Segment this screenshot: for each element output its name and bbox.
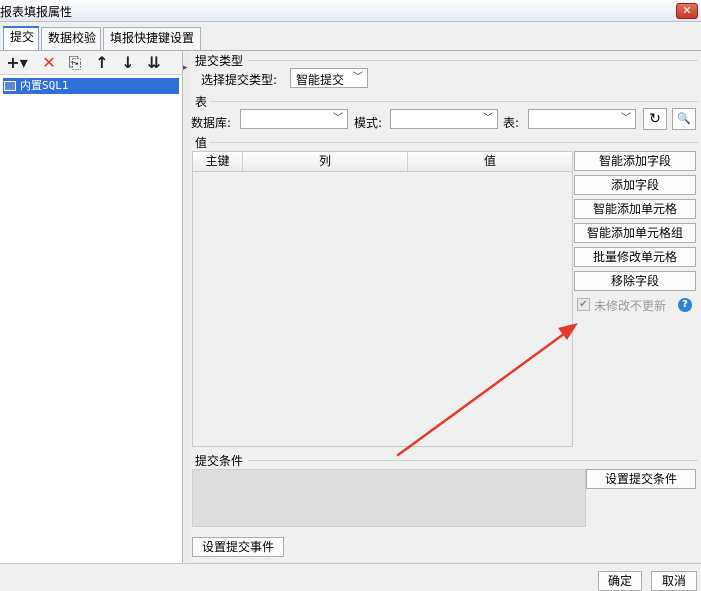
table-select[interactable]: ﹀ [528, 109, 636, 129]
smart-add-cell-button[interactable]: 智能添加单元格 [574, 199, 696, 219]
table-header: 主键 列 值 [193, 152, 572, 172]
table-section-label: 表 [195, 95, 208, 109]
tree-item-label: 内置SQL1 [20, 79, 69, 92]
submit-type-label: 选择提交类型: [201, 73, 278, 87]
sort-icon[interactable]: ⇊ [144, 53, 164, 73]
tree-item-sql1[interactable]: 内置SQL1 [3, 78, 179, 94]
help-icon[interactable]: ? [678, 298, 692, 312]
chevron-down-icon: ﹀ [621, 113, 631, 124]
right-pane: 提交类型 选择提交类型: 智能提交 ﹀ 表 数据库: ﹀ 模式: ﹀ 表: ﹀ … [190, 51, 701, 563]
move-down-icon[interactable]: ↓ [119, 53, 137, 73]
value-section-label: 值 [195, 136, 208, 150]
refresh-button[interactable]: ↻ [643, 108, 667, 130]
smart-add-field-button[interactable]: 智能添加字段 [574, 151, 696, 171]
tab-data-validation[interactable]: 数据校验 [41, 27, 101, 50]
database-label: 数据库: [191, 116, 232, 130]
value-table[interactable]: 主键 列 值 [192, 151, 573, 447]
schema-label: 模式: [354, 116, 383, 130]
condition-display [192, 469, 586, 527]
submit-type-value: 智能提交 [296, 73, 345, 87]
move-up-icon[interactable]: ↑ [93, 53, 111, 73]
chevron-down-icon: ﹀ [483, 113, 493, 124]
close-button[interactable]: ✕ [676, 3, 698, 19]
dialog-button-bar: 确定 取消 [0, 563, 701, 591]
tab-shortcut-settings[interactable]: 填报快捷键设置 [103, 27, 201, 50]
set-condition-button[interactable]: 设置提交条件 [586, 469, 696, 489]
chevron-down-icon: ﹀ [353, 72, 363, 83]
collapse-arrow-icon[interactable]: ▸ [183, 63, 188, 73]
cancel-button[interactable]: 取消 [651, 571, 697, 591]
smart-add-cell-group-button[interactable]: 智能添加单元格组 [574, 223, 696, 243]
section-separator [210, 142, 698, 143]
title-bar: 报表填报属性 ✕ [0, 0, 701, 22]
column-header-primary-key[interactable]: 主键 [193, 152, 243, 171]
refresh-icon: ↻ [649, 111, 661, 127]
database-icon [4, 81, 16, 91]
schema-select[interactable]: ﹀ [390, 109, 498, 129]
section-separator [248, 460, 698, 461]
batch-edit-cell-button[interactable]: 批量修改单元格 [574, 247, 696, 267]
left-pane: +▾ ✕ ⎘ ↑ ↓ ⇊ 内置SQL1 [0, 51, 183, 563]
section-separator [248, 60, 698, 61]
copy-icon[interactable]: ⎘ [66, 53, 84, 73]
add-field-button[interactable]: 添加字段 [574, 175, 696, 195]
remove-field-button[interactable]: 移除字段 [574, 271, 696, 291]
database-select[interactable]: ﹀ [240, 109, 348, 129]
column-header-value[interactable]: 值 [408, 152, 572, 171]
preview-button[interactable]: 🔍 [672, 108, 696, 130]
chevron-down-icon: ﹀ [333, 113, 343, 124]
submit-type-select[interactable]: 智能提交 ﹀ [290, 68, 368, 88]
left-toolbar: +▾ ✕ ⎘ ↑ ↓ ⇊ [0, 51, 182, 75]
condition-section-label: 提交条件 [195, 454, 244, 468]
delete-icon[interactable]: ✕ [40, 53, 58, 73]
ok-button[interactable]: 确定 [598, 571, 642, 591]
window-title: 报表填报属性 [0, 5, 73, 19]
no-update-label: 未修改不更新 [594, 299, 667, 313]
section-separator [210, 101, 698, 102]
submit-type-section-label: 提交类型 [195, 54, 244, 68]
tab-submit[interactable]: 提交 [3, 26, 39, 51]
add-icon[interactable]: +▾ [6, 53, 28, 73]
preview-icon: 🔍 [677, 112, 691, 125]
table-label: 表: [503, 116, 520, 130]
column-header-column[interactable]: 列 [243, 152, 408, 171]
set-submit-event-button[interactable]: 设置提交事件 [192, 537, 284, 557]
pane-splitter[interactable]: ▸ [183, 51, 190, 563]
no-update-checkbox[interactable]: ✔ [577, 298, 590, 311]
